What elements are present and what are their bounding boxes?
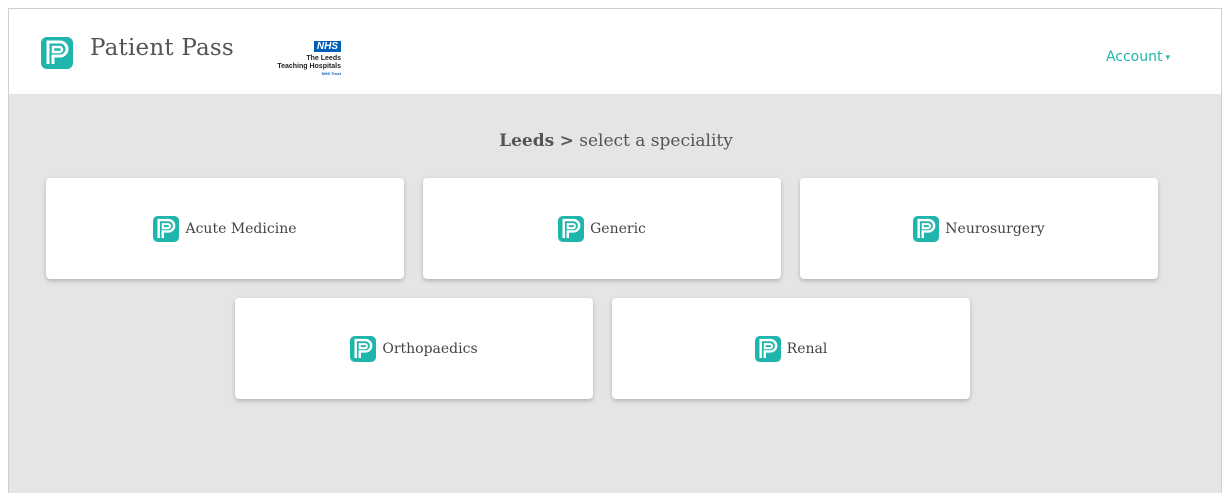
heading-instruction: select a speciality [579,131,733,151]
account-label: Account [1105,49,1163,65]
nhs-badge: NHS [313,41,341,52]
speciality-label: Renal [786,340,828,357]
patient-pass-p-logo-icon [350,336,376,362]
speciality-card-acute-medicine[interactable]: Acute Medicine [46,178,404,279]
patient-pass-p-logo-icon [755,336,781,362]
speciality-label: Orthopaedics [382,340,478,357]
speciality-label: Acute Medicine [185,220,297,237]
patient-pass-logo-icon[interactable] [41,37,73,69]
top-navbar: Patient Pass NHS The Leeds Teaching Hosp… [9,9,1221,94]
app-frame: Patient Pass NHS The Leeds Teaching Hosp… [8,8,1222,493]
speciality-label: Generic [590,220,646,237]
trust-name-line3: NHS Trust [321,71,341,76]
speciality-card-neurosurgery[interactable]: Neurosurgery [800,178,1158,279]
patient-pass-p-logo-icon [558,216,584,242]
page-title: Leeds > select a speciality [9,131,1221,151]
patient-pass-p-logo-icon [913,216,939,242]
breadcrumb-location[interactable]: Leeds [499,131,554,151]
brand-name[interactable]: Patient Pass [90,35,234,61]
nhs-trust-logo: NHS The Leeds Teaching Hospitals NHS Tru… [231,36,341,76]
speciality-card-renal[interactable]: Renal [612,298,970,399]
chevron-down-icon: ▾ [1165,53,1170,63]
patient-pass-p-logo-icon [153,216,179,242]
speciality-card-orthopaedics[interactable]: Orthopaedics [235,298,593,399]
speciality-card-generic[interactable]: Generic [423,178,781,279]
speciality-label: Neurosurgery [945,220,1045,237]
breadcrumb-separator: > [559,131,574,151]
trust-name-line1: The Leeds [306,55,341,62]
account-dropdown[interactable]: Account ▾ [1106,49,1170,65]
trust-name-line2: Teaching Hospitals [277,63,341,70]
